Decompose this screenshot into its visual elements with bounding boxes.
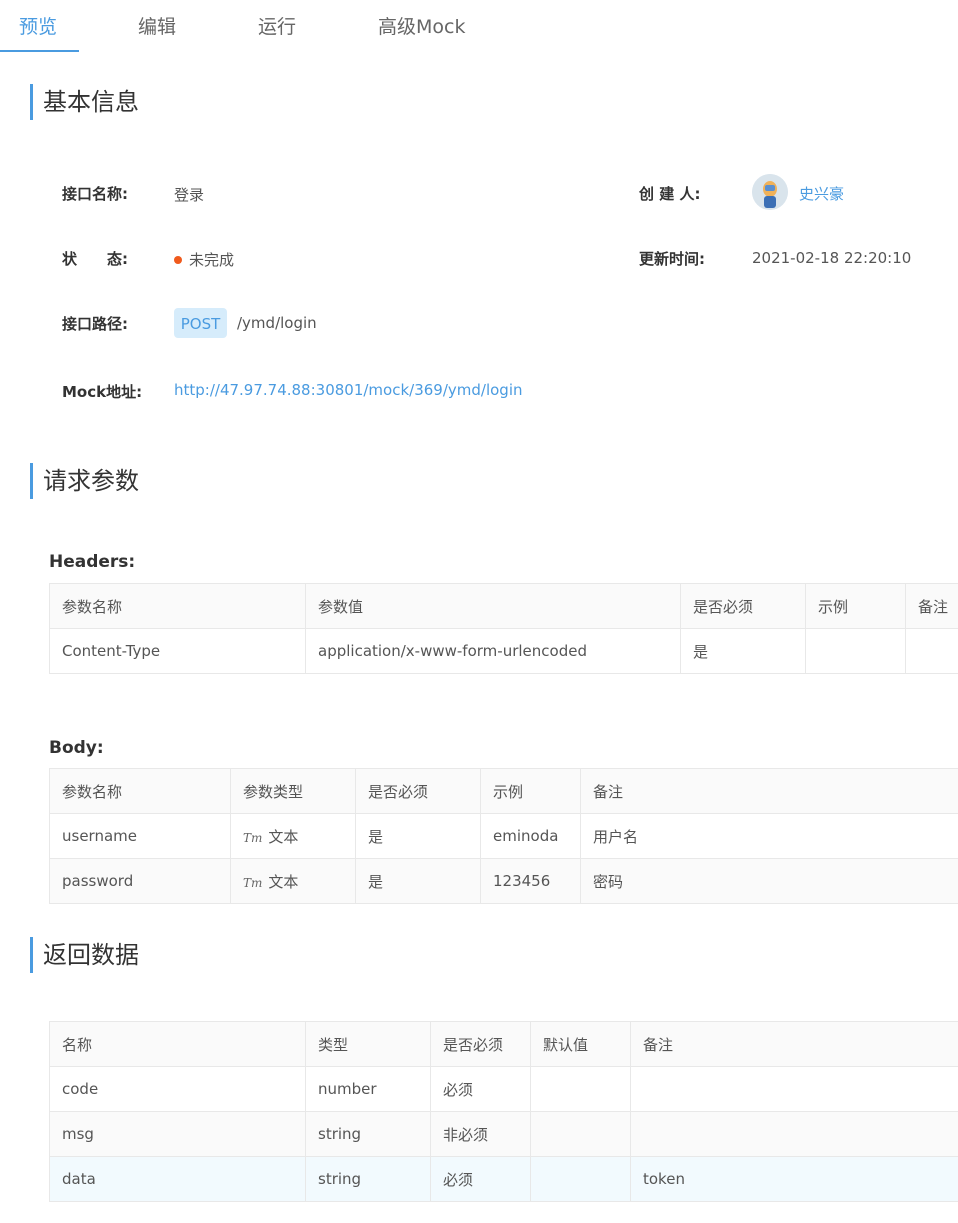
column-header: 参数值 bbox=[305, 583, 681, 629]
column-header: 类型 bbox=[305, 1021, 431, 1067]
table-cell bbox=[805, 628, 906, 674]
status-text: 未完成 bbox=[189, 251, 235, 269]
table-row: password Tт 文本 是 123456 密码 bbox=[49, 858, 958, 904]
column-header: 是否必须 bbox=[430, 1021, 531, 1067]
tab-edit[interactable]: 编辑 bbox=[138, 12, 176, 39]
headers-title: Headers: bbox=[49, 552, 136, 572]
column-header: 参数类型 bbox=[230, 768, 356, 814]
tab-preview[interactable]: 预览 bbox=[19, 12, 57, 39]
table-cell: 密码 bbox=[580, 858, 958, 904]
table-cell: password bbox=[49, 858, 231, 904]
mock-label: Mock地址: bbox=[62, 383, 143, 401]
table-header-row: 参数名称 参数类型 是否必须 示例 备注 bbox=[49, 768, 958, 814]
avatar[interactable] bbox=[752, 174, 788, 210]
table-row: msg string 非必须 bbox=[49, 1111, 958, 1157]
table-cell: Content-Type bbox=[49, 628, 306, 674]
table-cell: 非必须 bbox=[430, 1111, 531, 1157]
type-text: 文本 bbox=[268, 827, 299, 846]
table-row: code number 必须 bbox=[49, 1066, 958, 1112]
table-cell: 必须 bbox=[430, 1066, 531, 1112]
response-table: 名称 类型 是否必须 默认值 备注 code number 必须 msg str… bbox=[49, 1021, 958, 1202]
column-header: 名称 bbox=[49, 1021, 306, 1067]
table-cell: data bbox=[49, 1156, 306, 1202]
section-title-basic: 基本信息 bbox=[30, 84, 139, 120]
column-header: 参数名称 bbox=[49, 583, 306, 629]
column-header: 示例 bbox=[805, 583, 906, 629]
table-cell bbox=[530, 1066, 631, 1112]
column-header: 是否必须 bbox=[355, 768, 481, 814]
table-cell: username bbox=[49, 813, 231, 859]
column-header: 示例 bbox=[480, 768, 581, 814]
table-cell bbox=[530, 1156, 631, 1202]
table-cell bbox=[905, 628, 958, 674]
status-dot-icon bbox=[174, 255, 182, 264]
table-cell: string bbox=[305, 1156, 431, 1202]
column-header: 参数名称 bbox=[49, 768, 231, 814]
table-cell: number bbox=[305, 1066, 431, 1112]
updated-value: 2021-02-18 22:20:10 bbox=[752, 249, 912, 267]
table-cell: Tт 文本 bbox=[230, 858, 356, 904]
section-title-request: 请求参数 bbox=[30, 463, 139, 499]
table-cell: 是 bbox=[355, 813, 481, 859]
body-table: 参数名称 参数类型 是否必须 示例 备注 username Tт 文本 是 emi… bbox=[49, 768, 958, 904]
table-cell bbox=[630, 1111, 958, 1157]
table-cell: code bbox=[49, 1066, 306, 1112]
table-cell: 用户名 bbox=[580, 813, 958, 859]
column-header: 是否必须 bbox=[680, 583, 806, 629]
api-name-label: 接口名称: bbox=[62, 185, 128, 203]
table-cell bbox=[630, 1066, 958, 1112]
table-cell bbox=[530, 1111, 631, 1157]
table-row: data string 必须 token bbox=[49, 1156, 958, 1202]
table-cell: eminoda bbox=[480, 813, 581, 859]
table-cell: 是 bbox=[680, 628, 806, 674]
column-header: 默认值 bbox=[530, 1021, 631, 1067]
column-header: 备注 bbox=[630, 1021, 958, 1067]
status-label: 状 态: bbox=[62, 250, 128, 268]
body-title: Body: bbox=[49, 738, 104, 758]
table-cell: Tт 文本 bbox=[230, 813, 356, 859]
table-cell: token bbox=[630, 1156, 958, 1202]
column-header: 备注 bbox=[580, 768, 958, 814]
table-row: username Tт 文本 是 eminoda 用户名 bbox=[49, 813, 958, 859]
table-header-row: 参数名称 参数值 是否必须 示例 备注 bbox=[49, 583, 958, 629]
section-title-response: 返回数据 bbox=[30, 937, 139, 973]
creator-label: 创 建 人: bbox=[639, 185, 701, 203]
path-label: 接口路径: bbox=[62, 315, 128, 333]
creator-link[interactable]: 史兴豪 bbox=[799, 183, 844, 204]
table-cell: 是 bbox=[355, 858, 481, 904]
type-text: 文本 bbox=[268, 872, 299, 891]
table-cell: msg bbox=[49, 1111, 306, 1157]
text-type-icon: Tт bbox=[243, 830, 263, 845]
table-row: Content-Type application/x-www-form-urle… bbox=[49, 628, 958, 674]
status-value: 未完成 bbox=[174, 249, 234, 270]
tab-bar: 预览 编辑 运行 高级Mock bbox=[0, 0, 958, 52]
updated-label: 更新时间: bbox=[639, 250, 705, 268]
table-cell: string bbox=[305, 1111, 431, 1157]
column-header: 备注 bbox=[905, 583, 958, 629]
path-value: /ymd/login bbox=[237, 314, 317, 332]
table-header-row: 名称 类型 是否必须 默认值 备注 bbox=[49, 1021, 958, 1067]
user-avatar-icon bbox=[752, 174, 788, 210]
api-name-value: 登录 bbox=[174, 186, 205, 204]
tab-advanced-mock[interactable]: 高级Mock bbox=[378, 12, 465, 39]
headers-table: 参数名称 参数值 是否必须 示例 备注 Content-Type applica… bbox=[49, 583, 958, 674]
table-cell: 123456 bbox=[480, 858, 581, 904]
active-tab-indicator bbox=[0, 50, 79, 52]
method-badge: POST bbox=[174, 308, 227, 338]
mock-url-link[interactable]: http://47.97.74.88:30801/mock/369/ymd/lo… bbox=[174, 381, 523, 399]
table-cell: application/x-www-form-urlencoded bbox=[305, 628, 681, 674]
tab-run[interactable]: 运行 bbox=[258, 12, 296, 39]
table-cell: 必须 bbox=[430, 1156, 531, 1202]
text-type-icon: Tт bbox=[243, 875, 263, 890]
